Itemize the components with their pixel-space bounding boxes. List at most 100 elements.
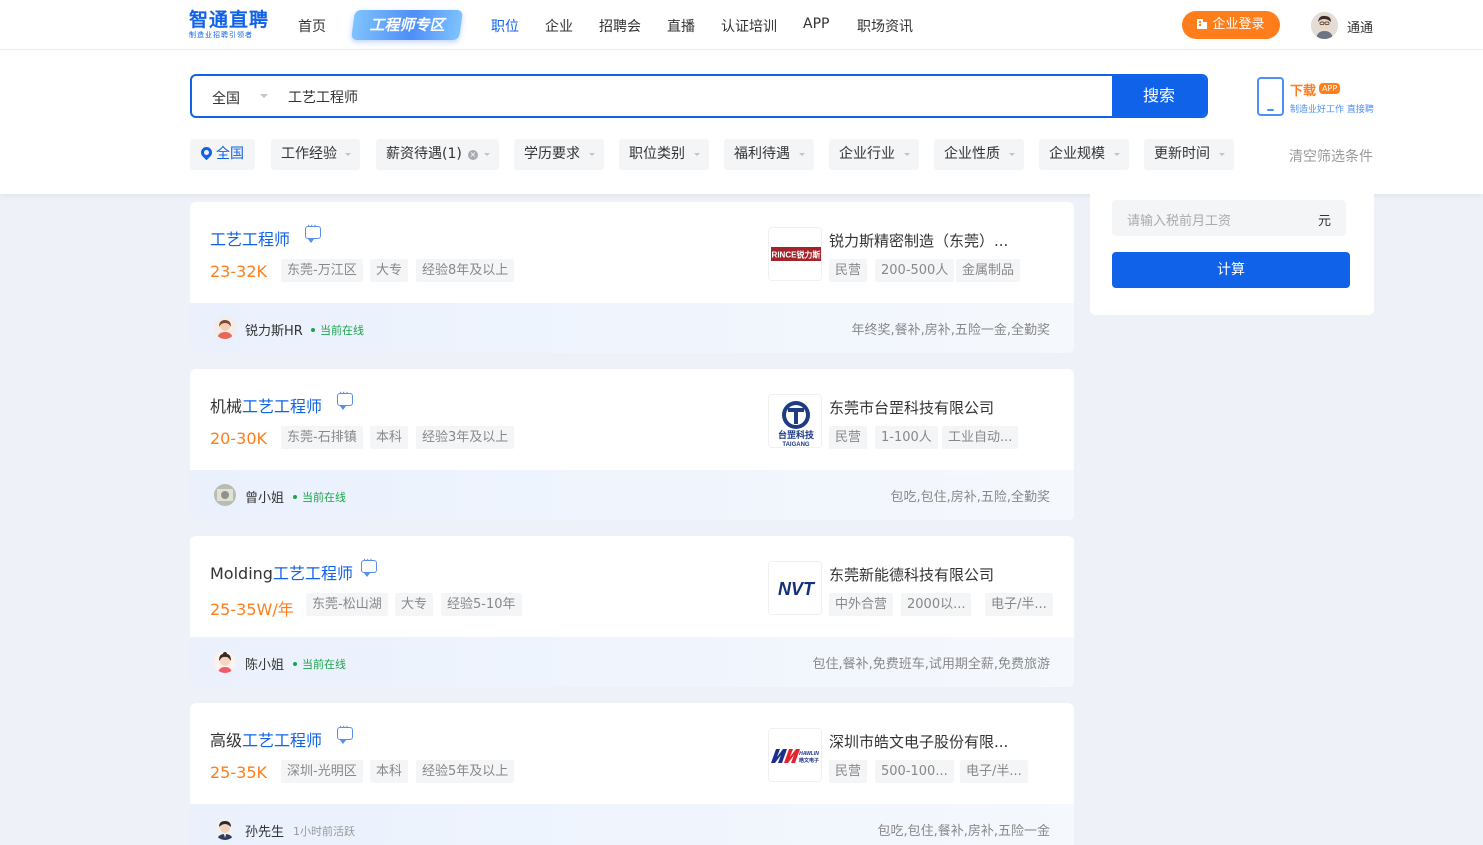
hr-avatar xyxy=(214,818,236,840)
job-card[interactable]: Molding工艺工程师 25-35W/年 东莞-松山湖 大专 经验5-10年 … xyxy=(190,536,1074,687)
search-input[interactable] xyxy=(288,86,1088,108)
job-salary: 23-32K xyxy=(210,262,267,281)
nav-app[interactable]: APP xyxy=(803,16,829,32)
company-logo[interactable]: HAWLIN 皓文电子 xyxy=(768,728,822,782)
phone-icon[interactable] xyxy=(1257,77,1284,116)
job-tag: 东莞-松山湖 xyxy=(306,593,388,616)
nav-live[interactable]: 直播 xyxy=(667,16,695,36)
job-tag: 大专 xyxy=(395,593,434,616)
company-logo[interactable]: RINCE锐力斯 xyxy=(768,227,822,281)
company-logo[interactable]: 台罡科技 TAIGANG xyxy=(768,394,822,448)
job-benefits: 年终奖,餐补,房补,五险一金,全勤奖 xyxy=(851,323,1050,338)
chat-icon[interactable] xyxy=(337,722,353,744)
title-highlight: 工艺工程师 xyxy=(242,731,323,750)
filter-job-category[interactable]: 职位类别 xyxy=(619,139,709,170)
online-status: 当前在线 xyxy=(311,322,364,338)
job-title[interactable]: 工艺工程师 xyxy=(210,226,290,250)
filter-label: 工作经验 xyxy=(281,146,337,162)
clear-icon[interactable]: × xyxy=(467,150,478,160)
chat-icon[interactable] xyxy=(305,221,321,243)
activity-status: 1小时前活跃 xyxy=(293,825,355,838)
filter-label: 企业规模 xyxy=(1049,146,1105,162)
online-status: 当前在线 xyxy=(293,656,346,672)
filter-update-time[interactable]: 更新时间 xyxy=(1144,139,1234,170)
job-benefits: 包吃,包住,餐补,房补,五险一金 xyxy=(877,824,1050,839)
company-name[interactable]: 深圳市皓文电子股份有限... xyxy=(829,731,1008,752)
job-benefits: 包吃,包住,房补,五险,全勤奖 xyxy=(890,490,1050,505)
svg-text:TAIGANG: TAIGANG xyxy=(782,442,810,448)
job-card[interactable]: 机械工艺工程师 20-30K 东莞-石排镇 本科 经验3年及以上 台罡科技TAI… xyxy=(190,369,1074,520)
job-card[interactable]: 高级工艺工程师 25-35K 深圳-光明区 本科 经验5年及以上 HAWLIN皓… xyxy=(190,703,1074,845)
hr-name: 陈小姐 xyxy=(245,658,285,673)
filter-location[interactable]: 全国 xyxy=(190,139,255,170)
nav-career-news[interactable]: 职场资讯 xyxy=(857,16,913,36)
svg-text:NVT: NVT xyxy=(778,579,816,599)
filter-industry[interactable]: 企业行业 xyxy=(829,139,919,170)
company-name[interactable]: 东莞市台罡科技有限公司 xyxy=(829,397,994,418)
job-tag: 经验8年及以上 xyxy=(416,259,515,282)
job-title[interactable]: 高级工艺工程师 xyxy=(210,727,322,751)
hr-avatar xyxy=(214,484,236,506)
company-tag: 500-100... xyxy=(875,760,954,783)
filter-label: 薪资待遇(1) xyxy=(386,146,462,162)
company-name[interactable]: 锐力斯精密制造（东莞）... xyxy=(829,230,1008,251)
nav-job-fairs[interactable]: 招聘会 xyxy=(599,16,641,36)
nav-companies[interactable]: 企业 xyxy=(545,16,573,36)
nav-training[interactable]: 认证培训 xyxy=(721,16,777,36)
city-selector[interactable]: 全国 xyxy=(212,88,240,108)
filter-label: 全国 xyxy=(216,146,244,162)
chevron-down-icon xyxy=(904,153,910,156)
logo-text: 智通直聘 xyxy=(189,9,270,31)
filter-salary[interactable]: 薪资待遇(1) × xyxy=(376,139,499,170)
title-highlight: 工艺工程师 xyxy=(210,230,291,249)
svg-text:HAWLIN: HAWLIN xyxy=(799,751,819,757)
company-tag: 电子/半... xyxy=(960,760,1028,783)
chevron-down-icon[interactable] xyxy=(260,94,268,98)
filter-company-size[interactable]: 企业规模 xyxy=(1039,139,1129,170)
company-tag: 电子/半... xyxy=(985,593,1053,616)
user-name[interactable]: 通通 xyxy=(1347,17,1373,36)
top-navbar: 智通直聘 制造业招聘引领者 首页 工程师专区 职位 企业 招聘会 直播 认证培训… xyxy=(0,0,1483,50)
search-bar: 全国 搜索 xyxy=(190,74,1208,118)
salary-input[interactable]: 请输入税前月工资 元 xyxy=(1112,200,1346,236)
site-logo[interactable]: 智通直聘 制造业招聘引领者 xyxy=(189,9,271,42)
job-card[interactable]: 工艺工程师 23-32K 东莞-万江区 大专 经验8年及以上 RINCE锐力斯 … xyxy=(190,202,1074,353)
job-title[interactable]: Molding工艺工程师 xyxy=(210,560,353,584)
company-logo[interactable]: NVT xyxy=(768,561,822,615)
job-title[interactable]: 机械工艺工程师 xyxy=(210,393,322,417)
engineer-zone-button[interactable]: 工程师专区 xyxy=(350,10,464,40)
currency-unit: 元 xyxy=(1317,214,1331,229)
online-status: 当前在线 xyxy=(293,489,346,505)
download-label: 下载 xyxy=(1290,84,1317,99)
company-tag: 民营 xyxy=(829,426,868,449)
chat-icon[interactable] xyxy=(337,388,353,410)
calculate-button[interactable]: 计算 xyxy=(1112,252,1350,288)
download-app-link[interactable]: 下载 APP xyxy=(1290,80,1341,99)
job-salary: 20-30K xyxy=(210,429,267,448)
chevron-down-icon xyxy=(1219,153,1225,156)
filter-label: 企业行业 xyxy=(839,146,895,162)
chevron-down-icon xyxy=(1114,153,1120,156)
filter-experience[interactable]: 工作经验 xyxy=(271,139,360,170)
company-name[interactable]: 东莞新能德科技有限公司 xyxy=(829,564,994,585)
nav-jobs[interactable]: 职位 xyxy=(491,16,519,36)
chevron-down-icon xyxy=(345,153,351,156)
filter-benefits[interactable]: 福利待遇 xyxy=(724,139,814,170)
chevron-down-icon xyxy=(694,153,700,156)
salary-input-placeholder: 请输入税前月工资 xyxy=(1127,214,1232,229)
job-tag: 大专 xyxy=(370,259,409,282)
filter-label: 企业性质 xyxy=(944,146,1000,162)
filter-company-type[interactable]: 企业性质 xyxy=(934,139,1024,170)
company-login-button[interactable]: 企业登录 xyxy=(1182,11,1280,39)
filter-education[interactable]: 学历要求 xyxy=(514,139,604,170)
search-button[interactable]: 搜索 xyxy=(1112,76,1206,116)
svg-text:RINCE锐力斯: RINCE锐力斯 xyxy=(772,250,821,260)
company-tag: 200-500人 xyxy=(875,259,955,282)
job-tag: 本科 xyxy=(370,760,409,783)
company-tag: 中外合营 xyxy=(829,593,894,616)
clear-filters-link[interactable]: 清空筛选条件 xyxy=(1289,146,1373,166)
chat-icon[interactable] xyxy=(361,555,377,577)
nav-home[interactable]: 首页 xyxy=(298,16,326,36)
user-avatar-icon[interactable] xyxy=(1311,12,1338,39)
title-highlight: 工艺工程师 xyxy=(242,397,323,416)
